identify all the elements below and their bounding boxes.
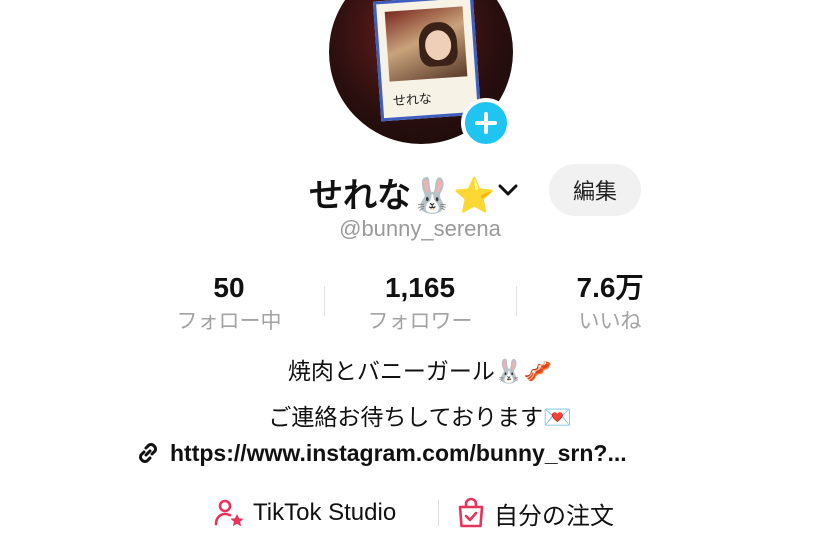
name-row: せれな🐰⭐: [0, 166, 840, 217]
stat-likes[interactable]: 7.6万 いいね: [530, 270, 690, 336]
actions-divider: [438, 500, 439, 526]
avatar-photo: [384, 6, 468, 82]
edit-profile-button[interactable]: 編集: [549, 164, 641, 216]
stat-likes-label: いいね: [578, 309, 642, 333]
person-star-icon: [214, 499, 244, 527]
bio-line-1: 焼肉とバニーガール🐰🥓: [287, 359, 553, 385]
stat-divider: [516, 286, 517, 316]
chevron-down-icon[interactable]: [497, 182, 519, 198]
bio-link[interactable]: https://www.instagram.com/bunny_srn?...: [134, 436, 627, 470]
stat-following[interactable]: 50 フォロー中: [149, 270, 309, 336]
username-handle: @bunny_serena: [339, 216, 501, 241]
stat-followers-count: 1,165: [384, 272, 456, 303]
avatar-caption: せれな: [392, 91, 433, 110]
stat-likes-count: 7.6万: [576, 272, 644, 303]
stat-following-count: 50: [213, 272, 245, 303]
link-icon: [139, 443, 157, 463]
bio-line-2: ご連絡お待ちしております💌: [268, 405, 572, 431]
add-avatar-button[interactable]: [461, 98, 511, 148]
my-orders-button[interactable]: 自分の注文: [456, 494, 614, 532]
display-name[interactable]: せれな🐰⭐: [309, 168, 496, 217]
bio-link-text[interactable]: https://www.instagram.com/bunny_srn?...: [170, 440, 627, 467]
stat-followers[interactable]: 1,165 フォロワー: [340, 270, 500, 336]
stat-divider: [324, 286, 325, 316]
plus-icon: [475, 112, 497, 134]
shopping-bag-icon: [458, 497, 484, 528]
tiktok-studio-button[interactable]: TikTok Studio: [213, 494, 396, 532]
stat-followers-label: フォロワー: [367, 309, 473, 333]
avatar-wrap[interactable]: せれな: [329, 0, 513, 148]
stat-following-label: フォロー中: [176, 309, 282, 333]
tiktok-studio-label: TikTok Studio: [253, 499, 397, 526]
avatar-polaroid: せれな: [372, 0, 482, 122]
my-orders-label: 自分の注文: [494, 501, 614, 530]
